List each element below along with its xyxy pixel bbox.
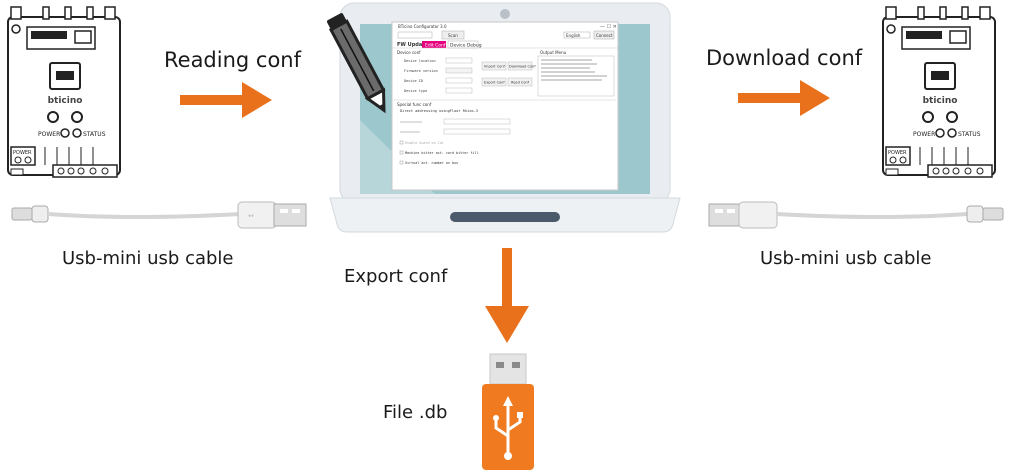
left-usb-cable: ↔: [11, 201, 307, 229]
svg-text:— ☐ ✕: — ☐ ✕: [600, 24, 617, 30]
check-machine[interactable]: [399, 150, 404, 155]
svg-text:POWER: POWER: [888, 150, 907, 156]
svg-text:English: English: [566, 33, 581, 38]
right-cable-label: Usb-mini usb cable: [760, 248, 932, 269]
svg-text:Device Debug: Device Debug: [450, 43, 482, 49]
left-device: bticino POWER STATUS POWER: [7, 6, 121, 178]
svg-text:Firmware version: Firmware version: [404, 69, 438, 73]
svg-text:Device conf: Device conf: [397, 50, 421, 55]
arrow-down-icon: [485, 248, 529, 343]
window-title: BTicino Configurator 3.0: [398, 24, 447, 29]
svg-text:Connect: Connect: [596, 33, 613, 38]
svg-text:POWER: POWER: [913, 131, 935, 138]
right-device: bticino POWER STATUS POWER: [882, 6, 996, 178]
svg-text:Direct addressing usingFloor R: Direct addressing usingFloor Rhizo-3: [400, 109, 478, 113]
svg-text:Device ID: Device ID: [404, 79, 423, 83]
check-virtual[interactable]: [399, 160, 404, 165]
svg-text:Output Menu: Output Menu: [540, 50, 567, 55]
svg-text:Read Conf: Read Conf: [511, 81, 530, 85]
svg-text:Edit Conf: Edit Conf: [425, 43, 446, 49]
svg-text:↔: ↔: [248, 212, 254, 220]
svg-text:Virtual act. number on bus: Virtual act. number on bus: [405, 161, 458, 165]
svg-text:Machine bitter act. cord bitte: Machine bitter act. cord bitter fill: [405, 151, 479, 155]
svg-text:Special func conf: Special func conf: [397, 102, 432, 107]
right-device-brand: bticino: [923, 96, 958, 106]
svg-text:Download Conf: Download Conf: [509, 65, 536, 69]
svg-text:Export Conf: Export Conf: [484, 81, 505, 85]
arrow-right-icon: [738, 80, 830, 116]
export-conf-label: Export conf: [344, 266, 448, 287]
usb-drive: [482, 353, 534, 470]
app-window: BTicino Configurator 3.0 — ☐ ✕ Scan Engl…: [391, 21, 619, 191]
file-db-label: File .db: [383, 402, 448, 423]
left-device-brand: bticino: [48, 96, 83, 106]
left-cable-label: Usb-mini usb cable: [62, 248, 234, 269]
svg-text:Scan: Scan: [448, 33, 458, 38]
svg-text:STATUS: STATUS: [958, 131, 981, 138]
check-guard[interactable]: [399, 140, 404, 145]
reading-conf-label: Reading conf: [164, 48, 302, 72]
svg-text:Device location: Device location: [404, 59, 436, 63]
svg-text:Import Conf: Import Conf: [484, 65, 506, 69]
svg-text:POWER: POWER: [13, 150, 32, 156]
pen-icon: [326, 13, 386, 114]
svg-text:Device type: Device type: [404, 89, 427, 93]
download-conf-label: Download conf: [706, 46, 863, 70]
svg-text:POWER: POWER: [38, 131, 60, 138]
arrow-right-icon: [180, 82, 272, 118]
svg-text:Enable Guard on Cat: Enable Guard on Cat: [405, 141, 444, 145]
svg-text:STATUS: STATUS: [83, 131, 106, 138]
right-usb-cable: [708, 201, 1004, 229]
